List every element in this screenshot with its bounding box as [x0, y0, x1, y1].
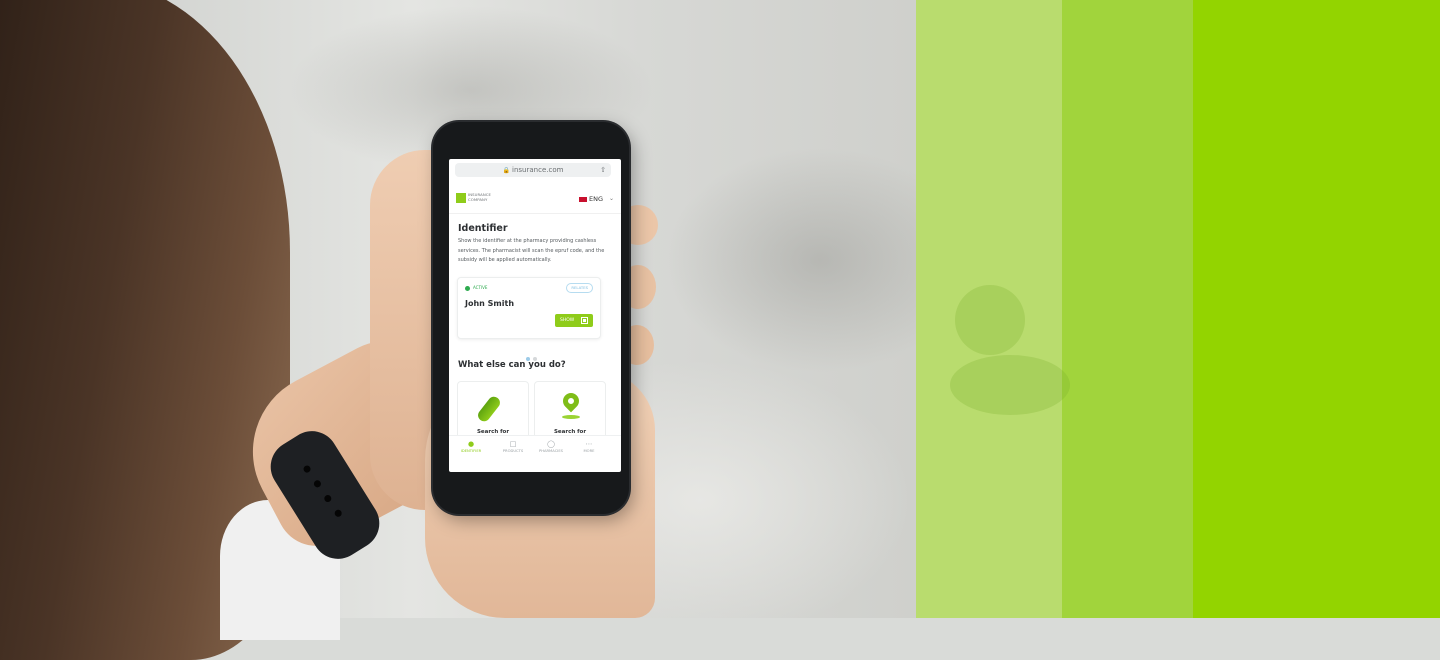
- map-pin-icon: [559, 389, 583, 413]
- map-pin-icon: ◯: [547, 440, 555, 448]
- blurred-shape: [955, 285, 1025, 355]
- nav-item-products[interactable]: □ PRODUCTS: [493, 439, 533, 453]
- nav-item-pharmacies[interactable]: ◯ PHARMACIES: [531, 439, 571, 453]
- nav-item-identifier[interactable]: ● IDENTIFIER: [451, 439, 491, 453]
- blurred-shape: [950, 355, 1070, 415]
- card-holder-name: John Smith: [465, 299, 515, 308]
- relates-tag[interactable]: RELATES: [566, 283, 593, 293]
- lock-icon: 🔒: [502, 167, 511, 174]
- nav-label: MORE: [583, 449, 595, 453]
- green-stripe-medium: [1062, 0, 1193, 618]
- bottom-navigation: ● IDENTIFIER □ PRODUCTS ◯ PHARMACIES ⋯ M…: [449, 435, 621, 462]
- status-dot-icon: [465, 286, 470, 291]
- identifier-card[interactable]: ACTIVE RELATES John Smith SHOW: [457, 277, 601, 339]
- status-badge: ACTIVE: [473, 285, 488, 290]
- language-selector[interactable]: ENG: [578, 195, 603, 203]
- nav-label: IDENTIFIER: [460, 449, 482, 453]
- company-logo[interactable]: [456, 193, 466, 203]
- identifier-title: Identifier: [458, 223, 508, 234]
- actions-title: What else can you do?: [458, 360, 566, 370]
- box-icon: □: [509, 440, 517, 448]
- url-text: insurance.com: [512, 166, 564, 174]
- qr-code-icon: [581, 317, 588, 324]
- logo-text: INSURANCE COMPANY: [468, 192, 492, 202]
- nav-item-more[interactable]: ⋯ MORE: [569, 439, 609, 453]
- green-stripe-bright: [1193, 0, 1440, 618]
- nav-label: PHARMACIES: [538, 449, 564, 453]
- chevron-down-icon[interactable]: ⌄: [609, 195, 614, 202]
- show-button-label: SHOW: [560, 318, 575, 323]
- uk-flag-icon: [578, 196, 587, 202]
- nav-label: PRODUCTS: [502, 449, 524, 453]
- pill-icon: [475, 394, 503, 424]
- language-label: ENG: [588, 195, 603, 203]
- more-icon: ⋯: [585, 440, 593, 448]
- show-button[interactable]: SHOW: [555, 314, 593, 327]
- phone-screen: 🔒 insurance.com ⇧ INSURANCE COMPANY ENG ⌄…: [449, 159, 621, 472]
- app-header: INSURANCE COMPANY ENG ⌄: [449, 183, 621, 214]
- share-icon[interactable]: ⇧: [600, 163, 606, 177]
- identifier-description: Show the identifier at the pharmacy prov…: [458, 238, 605, 263]
- pin-base-shape: [562, 415, 580, 419]
- browser-url-bar[interactable]: 🔒 insurance.com ⇧: [455, 163, 611, 177]
- user-icon: ●: [467, 440, 475, 448]
